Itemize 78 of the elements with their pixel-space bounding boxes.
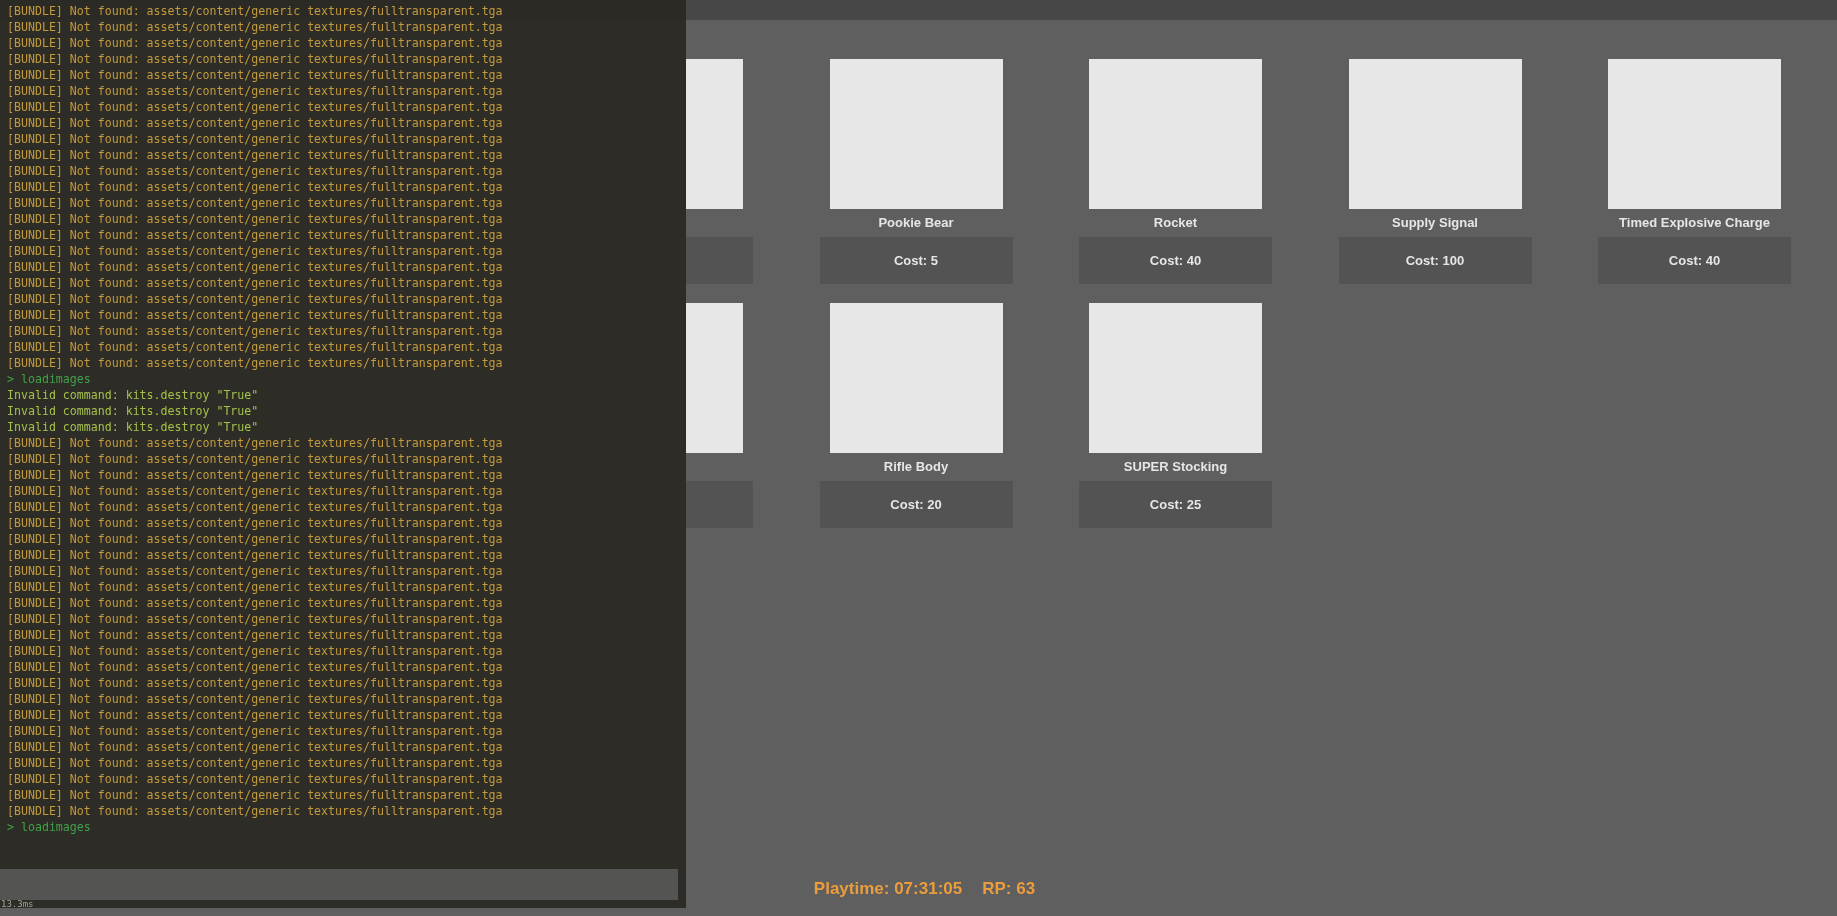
console-line: [BUNDLE] Not found: assets/content/generic textures/fulltransparent.tga	[7, 243, 503, 259]
cost-button[interactable]	[686, 481, 753, 528]
console-line: [BUNDLE] Not found: assets/content/generic textures/fulltransparent.tga	[7, 19, 503, 35]
console-line: [BUNDLE] Not found: assets/content/generic textures/fulltransparent.tga	[7, 147, 503, 163]
item-image[interactable]	[1089, 59, 1262, 209]
console-line: [BUNDLE] Not found: assets/content/generic textures/fulltransparent.tga	[7, 195, 503, 211]
console-line: [BUNDLE] Not found: assets/content/generic textures/fulltransparent.tga	[7, 163, 503, 179]
console-line: [BUNDLE] Not found: assets/content/generic textures/fulltransparent.tga	[7, 323, 503, 339]
console-line: [BUNDLE] Not found: assets/content/generic textures/fulltransparent.tga	[7, 563, 503, 579]
console-line: [BUNDLE] Not found: assets/content/generic textures/fulltransparent.tga	[7, 259, 503, 275]
console-line: [BUNDLE] Not found: assets/content/generic textures/fulltransparent.tga	[7, 99, 503, 115]
console-line: [BUNDLE] Not found: assets/content/generic textures/fulltransparent.tga	[7, 579, 503, 595]
console-line: [BUNDLE] Not found: assets/content/generic textures/fulltransparent.tga	[7, 467, 503, 483]
console-line: [BUNDLE] Not found: assets/content/generic textures/fulltransparent.tga	[7, 627, 503, 643]
console-line: [BUNDLE] Not found: assets/content/generic textures/fulltransparent.tga	[7, 643, 503, 659]
console-line: [BUNDLE] Not found: assets/content/generic textures/fulltransparent.tga	[7, 723, 503, 739]
console-line: Invalid command: kits.destroy "True"	[7, 403, 259, 419]
console-line: [BUNDLE] Not found: assets/content/generic textures/fulltransparent.tga	[7, 515, 503, 531]
console-line: [BUNDLE] Not found: assets/content/generic textures/fulltransparent.tga	[7, 707, 503, 723]
console-line: [BUNDLE] Not found: assets/content/generic textures/fulltransparent.tga	[7, 115, 503, 131]
console-line: [BUNDLE] Not found: assets/content/generic textures/fulltransparent.tga	[7, 547, 503, 563]
console-line: [BUNDLE] Not found: assets/content/generic textures/fulltransparent.tga	[7, 483, 503, 499]
rp-text: RP: 63	[982, 879, 1036, 899]
console-line: [BUNDLE] Not found: assets/content/generic textures/fulltransparent.tga	[7, 35, 503, 51]
console-line: Invalid command: kits.destroy "True"	[7, 419, 259, 435]
item-image[interactable]	[829, 59, 1003, 209]
cost-button[interactable]	[686, 237, 753, 284]
cost-button[interactable]: Cost: 5	[819, 237, 1013, 284]
item-image[interactable]	[829, 303, 1003, 453]
item-image[interactable]	[686, 59, 743, 209]
cost-button[interactable]: Cost: 40	[1079, 237, 1272, 284]
cost-button[interactable]: Cost: 25	[1079, 481, 1272, 528]
console-line: [BUNDLE] Not found: assets/content/generic textures/fulltransparent.tga	[7, 659, 503, 675]
console-line: [BUNDLE] Not found: assets/content/generic textures/fulltransparent.tga	[7, 51, 503, 67]
console-input[interactable]	[0, 869, 678, 900]
console-line: [BUNDLE] Not found: assets/content/generic textures/fulltransparent.tga	[7, 595, 503, 611]
item-name: Supply Signal	[1392, 214, 1478, 232]
item-image[interactable]	[1089, 303, 1262, 453]
console-line: [BUNDLE] Not found: assets/content/generic textures/fulltransparent.tga	[7, 355, 503, 371]
console-line: [BUNDLE] Not found: assets/content/generic textures/fulltransparent.tga	[7, 83, 503, 99]
cost-button[interactable]: Cost: 40	[1598, 237, 1791, 284]
console-line: [BUNDLE] Not found: assets/content/generic textures/fulltransparent.tga	[7, 787, 503, 803]
console-line: > loadimages	[7, 819, 91, 835]
item-name: Pookie Bear	[878, 214, 954, 232]
console-line: [BUNDLE] Not found: assets/content/generic textures/fulltransparent.tga	[7, 3, 503, 19]
frame-time: 13.3ms	[1, 899, 34, 909]
console-line: [BUNDLE] Not found: assets/content/generic textures/fulltransparent.tga	[7, 451, 503, 467]
console-line: [BUNDLE] Not found: assets/content/generic textures/fulltransparent.tga	[7, 755, 503, 771]
console-line: [BUNDLE] Not found: assets/content/generic textures/fulltransparent.tga	[7, 499, 503, 515]
cost-button[interactable]: Cost: 100	[1338, 237, 1532, 284]
console-line: [BUNDLE] Not found: assets/content/generic textures/fulltransparent.tga	[7, 803, 503, 819]
item-name: Timed Explosive Charge	[1619, 214, 1770, 232]
console-line: [BUNDLE] Not found: assets/content/generic textures/fulltransparent.tga	[7, 675, 503, 691]
console-line: [BUNDLE] Not found: assets/content/generic textures/fulltransparent.tga	[7, 739, 503, 755]
console-line: [BUNDLE] Not found: assets/content/generic textures/fulltransparent.tga	[7, 291, 503, 307]
console-line: [BUNDLE] Not found: assets/content/generic textures/fulltransparent.tga	[7, 307, 503, 323]
console-line: [BUNDLE] Not found: assets/content/generic textures/fulltransparent.tga	[7, 339, 503, 355]
console-line: Invalid command: kits.destroy "True"	[7, 387, 259, 403]
console-line: [BUNDLE] Not found: assets/content/generic textures/fulltransparent.tga	[7, 131, 503, 147]
playtime-text: Playtime: 07:31:05	[813, 879, 963, 899]
cost-button[interactable]: Cost: 20	[819, 481, 1013, 528]
item-image[interactable]	[686, 303, 743, 453]
console-line: [BUNDLE] Not found: assets/content/generic textures/fulltransparent.tga	[7, 611, 503, 627]
console-line: [BUNDLE] Not found: assets/content/generic textures/fulltransparent.tga	[7, 211, 503, 227]
console-line: [BUNDLE] Not found: assets/content/generic textures/fulltransparent.tga	[7, 67, 503, 83]
item-image[interactable]	[1348, 59, 1522, 209]
item-image[interactable]	[1608, 59, 1781, 209]
console-line: [BUNDLE] Not found: assets/content/generic textures/fulltransparent.tga	[7, 179, 503, 195]
item-name: Rifle Body	[883, 458, 949, 476]
item-name: Rocket	[1153, 214, 1198, 232]
console-line: > loadimages	[7, 371, 91, 387]
console-line: [BUNDLE] Not found: assets/content/generic textures/fulltransparent.tga	[7, 435, 503, 451]
console-line: [BUNDLE] Not found: assets/content/generic textures/fulltransparent.tga	[7, 691, 503, 707]
console-line: [BUNDLE] Not found: assets/content/generic textures/fulltransparent.tga	[7, 771, 503, 787]
console-line: [BUNDLE] Not found: assets/content/generic textures/fulltransparent.tga	[7, 531, 503, 547]
console-line: [BUNDLE] Not found: assets/content/generic textures/fulltransparent.tga	[7, 275, 503, 291]
console-line: [BUNDLE] Not found: assets/content/generic textures/fulltransparent.tga	[7, 227, 503, 243]
item-name: SUPER Stocking	[1123, 458, 1228, 476]
